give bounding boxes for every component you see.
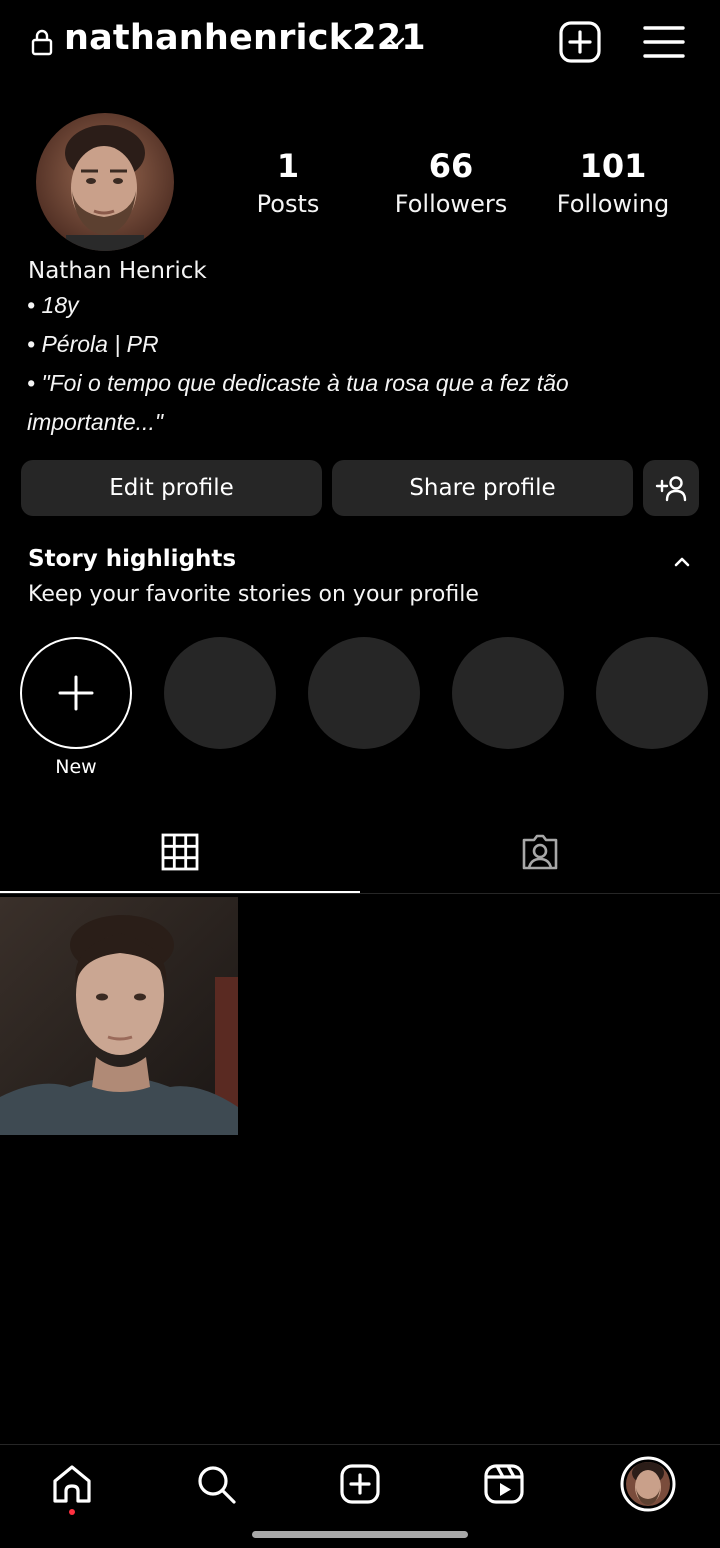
posts-count-label: Posts (256, 190, 320, 218)
tab-divider (0, 893, 720, 894)
create-icon (340, 1464, 380, 1504)
bottom-nav-divider (0, 1444, 720, 1445)
chevron-down-icon[interactable] (384, 30, 408, 54)
profile-header: nathanhenrick221 (0, 0, 720, 86)
story-highlights-subtitle: Keep your favorite stories on your profi… (28, 582, 479, 607)
profile-full-name: Nathan Henrick (28, 258, 207, 284)
profile-avatar (620, 1456, 676, 1512)
lock-icon (31, 29, 53, 56)
tab-tagged[interactable] (360, 810, 720, 894)
highlight-placeholder (308, 637, 420, 749)
highlight-placeholder (164, 637, 276, 749)
following-count[interactable]: 101 Following (543, 146, 683, 222)
bio-line-quote: • "Foi o tempo que dedicaste à tua rosa … (27, 370, 569, 396)
discover-people-button[interactable] (643, 460, 699, 516)
home-icon (53, 1465, 91, 1503)
avatar-photo (36, 113, 174, 251)
nav-home[interactable] (40, 1456, 104, 1512)
share-profile-button[interactable]: Share profile (332, 460, 633, 516)
home-indicator-bar (252, 1531, 468, 1538)
edit-profile-button[interactable]: Edit profile (21, 460, 322, 516)
nav-profile[interactable] (616, 1456, 680, 1512)
nav-search[interactable] (184, 1456, 248, 1512)
nav-reels[interactable] (472, 1456, 536, 1512)
posts-count: 1 Posts (218, 146, 358, 222)
nav-create[interactable] (328, 1456, 392, 1512)
bio-line-quote-end: importante..." (27, 409, 164, 435)
new-highlight-button[interactable] (20, 637, 132, 749)
add-person-icon (655, 476, 687, 502)
followers-count-value: 66 (428, 147, 474, 185)
tagged-icon (522, 834, 558, 870)
story-highlights-title: Story highlights (28, 546, 237, 572)
bio-line-age: • 18y (27, 292, 79, 318)
following-count-label: Following (556, 190, 670, 218)
notification-dot (69, 1509, 75, 1515)
posts-count-value: 1 (276, 147, 300, 185)
search-icon (198, 1466, 236, 1504)
posts-grid-icon (161, 833, 199, 871)
post-photo (0, 897, 238, 1135)
followers-count-label: Followers (394, 190, 508, 218)
profile-avatar[interactable] (36, 113, 174, 251)
highlight-placeholder (452, 637, 564, 749)
plus-icon (58, 675, 94, 711)
plus-square-icon[interactable] (558, 20, 602, 64)
followers-count[interactable]: 66 Followers (381, 146, 521, 222)
hamburger-menu-icon[interactable] (642, 22, 686, 62)
chevron-up-icon[interactable] (668, 548, 696, 576)
bio-line-location: • Pérola | PR (27, 331, 159, 357)
post-thumbnail[interactable] (0, 897, 238, 1135)
new-highlight-label: New (55, 756, 97, 778)
reels-icon (484, 1464, 524, 1504)
tab-posts-grid[interactable] (0, 810, 360, 894)
highlight-placeholder (596, 637, 708, 749)
account-username[interactable]: nathanhenrick221 (64, 18, 426, 58)
following-count-value: 101 (579, 147, 647, 185)
